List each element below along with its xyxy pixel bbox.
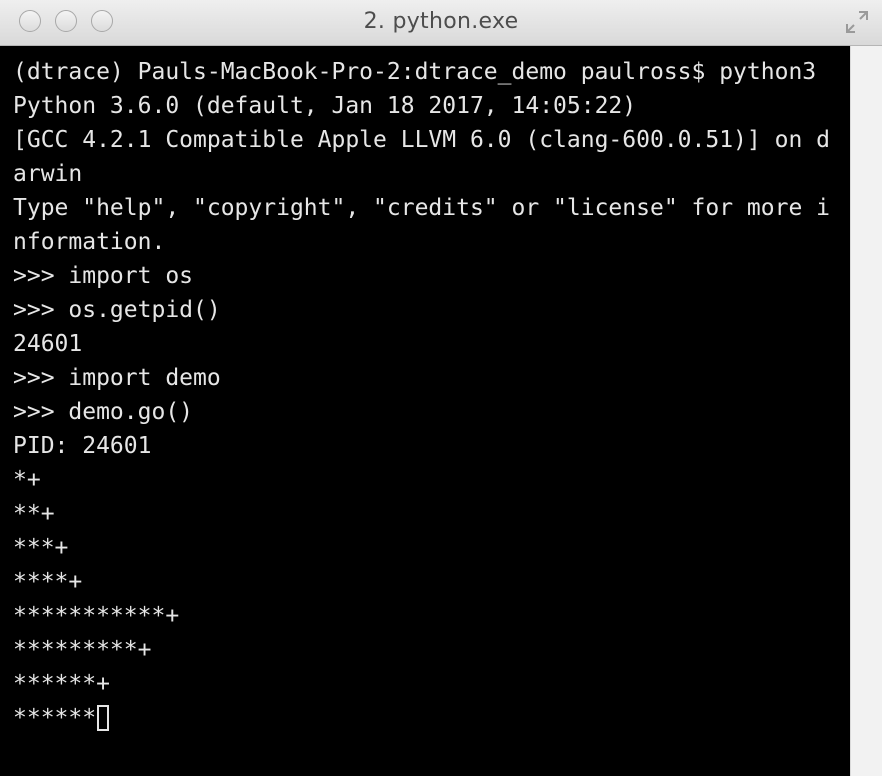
terminal-line: ******+ bbox=[13, 671, 110, 697]
terminal-line: Python 3.6.0 (default, Jan 18 2017, 14:0… bbox=[13, 93, 637, 119]
terminal-line: nformation. bbox=[13, 229, 166, 255]
terminal-line: (dtrace) Pauls-MacBook-Pro-2:dtrace_demo… bbox=[13, 59, 817, 85]
terminal-line: ***********+ bbox=[13, 603, 180, 629]
terminal-line: *+ bbox=[13, 467, 41, 493]
terminal-line: [GCC 4.2.1 Compatible Apple LLVM 6.0 (cl… bbox=[13, 127, 830, 153]
terminal-line: PID: 24601 bbox=[13, 433, 152, 459]
terminal-output[interactable]: (dtrace) Pauls-MacBook-Pro-2:dtrace_demo… bbox=[0, 46, 850, 776]
terminal-current-input: ****** bbox=[13, 705, 97, 731]
terminal-window: 2. python.exe (dtrace) Pauls-MacBook-Pro… bbox=[0, 0, 882, 776]
terminal-line: >>> import demo bbox=[13, 365, 221, 391]
terminal-line: ****+ bbox=[13, 569, 83, 595]
terminal-line: **+ bbox=[13, 501, 55, 527]
title-bar[interactable]: 2. python.exe bbox=[0, 0, 882, 46]
text-cursor bbox=[97, 705, 110, 731]
terminal-prompt-line[interactable]: ****** bbox=[13, 701, 850, 735]
terminal-line: Type "help", "copyright", "credits" or "… bbox=[13, 195, 830, 221]
terminal-line: arwin bbox=[13, 161, 83, 187]
fullscreen-arrows-icon[interactable] bbox=[844, 9, 870, 35]
terminal-line: *********+ bbox=[13, 637, 152, 663]
terminal-line: 24601 bbox=[13, 331, 83, 357]
terminal-line: ***+ bbox=[13, 535, 69, 561]
terminal-line: >>> import os bbox=[13, 263, 194, 289]
terminal-line: >>> demo.go() bbox=[13, 399, 194, 425]
window-title: 2. python.exe bbox=[363, 9, 519, 34]
terminal-line: >>> os.getpid() bbox=[13, 297, 221, 323]
scrollbar[interactable] bbox=[850, 46, 882, 776]
